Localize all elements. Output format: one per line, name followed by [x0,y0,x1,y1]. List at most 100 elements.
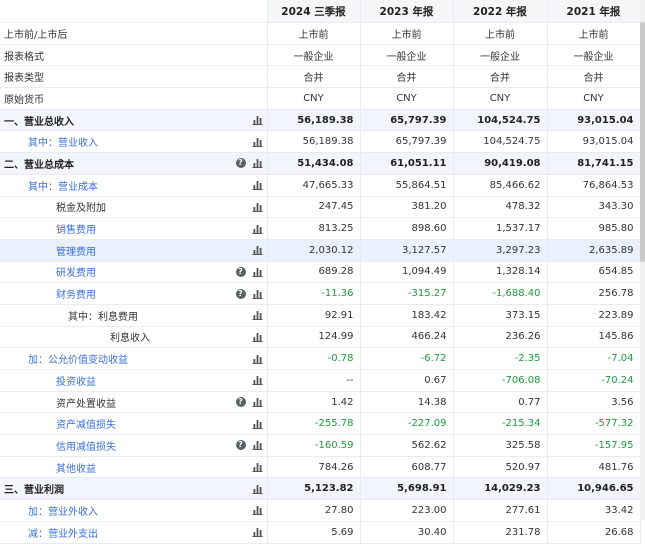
help-icon[interactable]: ? [235,266,246,277]
help-icon[interactable]: ? [235,288,246,299]
bar-chart-icon[interactable] [252,462,263,473]
help-icon[interactable]: ? [235,158,246,169]
table-row[interactable]: 一、营业总收入 56,189.38 65,797.39 104,524.75 93,01… [0,109,641,132]
row-label[interactable]: 加：营业外收入 [28,507,98,518]
table-row[interactable]: 投资收益 -- 0.67 -706.08 -70.24 [0,369,641,392]
table-row[interactable]: 减：营业外支出 5.69 30.40 231.78 26.68 [0,521,641,544]
bar-chart-icon[interactable] [252,289,263,299]
value-cell: 55,864.51 [360,174,454,197]
bar-chart-icon[interactable] [252,137,263,147]
value-cell: -315.27 [360,282,454,305]
table-row[interactable]: 研发费用? 689.28 1,094.49 1,328.14 654.85 [0,261,641,284]
table-row[interactable]: 加：公允价值变动收益 -0.78 -6.72 -2.35 -7.04 [0,347,641,370]
bar-chart-icon[interactable] [252,505,263,516]
row-label[interactable]: 管理费用 [56,247,96,258]
table-row[interactable]: 管理费用 2,030.12 3,127.57 3,297.23 2,635.89 [0,239,641,262]
financial-statement-panel: 2024 三季报 2023 年报 2022 年报 2021 年报 上市前/上市后… [0,0,645,544]
table-row[interactable]: 二、营业总成本? 51,434.08 61,051.11 90,419.08 81,74… [0,152,641,175]
row-label[interactable]: 加：公允价值变动收益 [28,355,128,366]
row-label[interactable]: 财务费用 [56,290,96,301]
value-cell: 5.69 [267,521,361,544]
table-row[interactable]: 销售费用 813.25 898.60 1,537.17 985.80 [0,217,641,240]
row-label[interactable]: 其中：营业收入 [28,138,98,149]
value-cell: 1,537.17 [453,217,548,240]
value-cell: 14.38 [360,391,454,414]
bar-chart-icon[interactable] [252,202,263,212]
table-row[interactable]: 加：营业外收入 27.80 223.00 277.61 33.42 [0,499,641,522]
table-row[interactable]: 其他收益 784.26 608.77 520.97 481.76 [0,456,641,479]
bar-chart-icon[interactable] [252,180,263,191]
bar-chart-icon[interactable] [252,115,263,126]
bar-chart-icon[interactable] [252,419,263,429]
row-label[interactable]: 其中：营业成本 [28,182,98,193]
row-label[interactable]: 研发费用 [56,268,96,279]
value-cell: 5,698.91 [360,477,454,501]
bar-chart-icon[interactable] [252,527,263,538]
bar-chart-icon[interactable] [252,440,263,451]
table-row[interactable]: 资产减值损失 -255.78 -227.09 -215.34 -577.32 [0,412,641,436]
bar-chart-icon[interactable] [252,158,263,169]
table-row[interactable]: 其中：利息费用 92.91 183.42 373.15 223.89 [0,304,641,327]
column-header[interactable]: 2024 三季报 [267,0,361,23]
bar-chart-icon[interactable] [252,397,263,408]
help-icon[interactable]: ? [235,440,246,451]
table-row[interactable]: 报表类型 合并 合并 合并 合并 [0,65,641,89]
bar-chart-icon[interactable] [252,332,263,342]
value-cell: 183.42 [360,304,454,327]
bar-chart-icon[interactable] [252,245,263,256]
vertical-scrollbar-thumb[interactable] [640,22,645,262]
row-label-cell: 二、营业总成本? [0,152,268,175]
value-cell: 381.20 [360,196,454,219]
value-cell: 277.61 [453,499,548,522]
bar-chart-icon[interactable] [252,375,263,386]
row-label[interactable]: 销售费用 [56,225,96,236]
row-label[interactable]: 投资收益 [56,377,96,388]
row-label[interactable]: 信用减值损失 [56,442,116,453]
table-body: 上市前/上市后 上市前 上市前 上市前 上市前 报表格式 一般企业 一般企业 一般企业 一般企业报… [0,22,641,544]
column-header[interactable]: 2021 年报 [547,0,641,23]
column-header[interactable]: 2022 年报 [453,0,548,23]
value-cell: 合并 [547,65,641,89]
table-row[interactable]: 其中：营业收入 56,189.38 65,797.39 104,524.75 93,01… [0,130,641,154]
bar-chart-icon[interactable] [252,484,263,494]
table-row[interactable]: 利息收入 124.99 466.24 236.26 145.86 [0,326,641,349]
table-row[interactable]: 上市前/上市后 上市前 上市前 上市前 上市前 [0,22,641,45]
bar-chart-icon[interactable] [252,310,263,321]
value-cell: -255.78 [267,412,361,436]
row-label-cell: 一、营业总收入 [0,109,268,132]
table-row[interactable]: 原始货币 CNY CNY CNY CNY [0,87,641,110]
value-cell: -1,688.40 [453,282,548,305]
column-header[interactable]: 2023 年报 [360,0,454,23]
value-cell: 81,741.15 [547,152,641,175]
value-cell: 90,419.08 [453,152,548,175]
value-cell: 76,864.53 [547,174,641,197]
row-label: 利息收入 [110,333,150,345]
value-cell: CNY [453,87,548,110]
value-cell: 合并 [267,65,361,89]
value-cell: 343.30 [547,196,641,219]
row-label-cell: 加：营业外收入 [0,499,268,522]
table-row[interactable]: 资产处置收益? 1.42 14.38 0.77 3.56 [0,391,641,414]
value-cell: 124.99 [267,326,361,349]
table-row[interactable]: 财务费用? -11.36 -315.27 -1,688.40 256.78 [0,282,641,305]
value-cell: -157.95 [547,434,641,457]
table-row[interactable]: 税金及附加 247.45 381.20 478.32 343.30 [0,196,641,219]
bar-chart-icon[interactable] [252,267,263,277]
row-label-cell: 利息收入 [0,326,268,349]
value-cell: 56,189.38 [267,130,361,154]
table-row[interactable]: 信用减值损失? -160.59 562.62 325.58 -157.95 [0,434,641,457]
value-cell: 61,051.11 [360,152,454,175]
row-label[interactable]: 其他收益 [56,464,96,475]
row-label[interactable]: 资产减值损失 [56,420,116,431]
value-cell: 1.42 [267,391,361,414]
row-label[interactable]: 减：营业外支出 [28,529,98,540]
table-row[interactable]: 报表格式 一般企业 一般企业 一般企业 一般企业 [0,44,641,67]
value-cell: 93,015.04 [547,130,641,154]
table-row[interactable]: 三、营业利润 5,123.82 5,698.91 14,029.23 10,946.65 [0,477,641,501]
bar-chart-icon[interactable] [252,224,263,234]
help-icon[interactable]: ? [235,397,246,408]
bar-chart-icon[interactable] [252,354,263,364]
value-cell: 47,665.33 [267,174,361,197]
table-row[interactable]: 其中：营业成本 47,665.33 55,864.51 85,466.62 76,864… [0,174,641,197]
row-label-cell: 研发费用? [0,261,268,284]
